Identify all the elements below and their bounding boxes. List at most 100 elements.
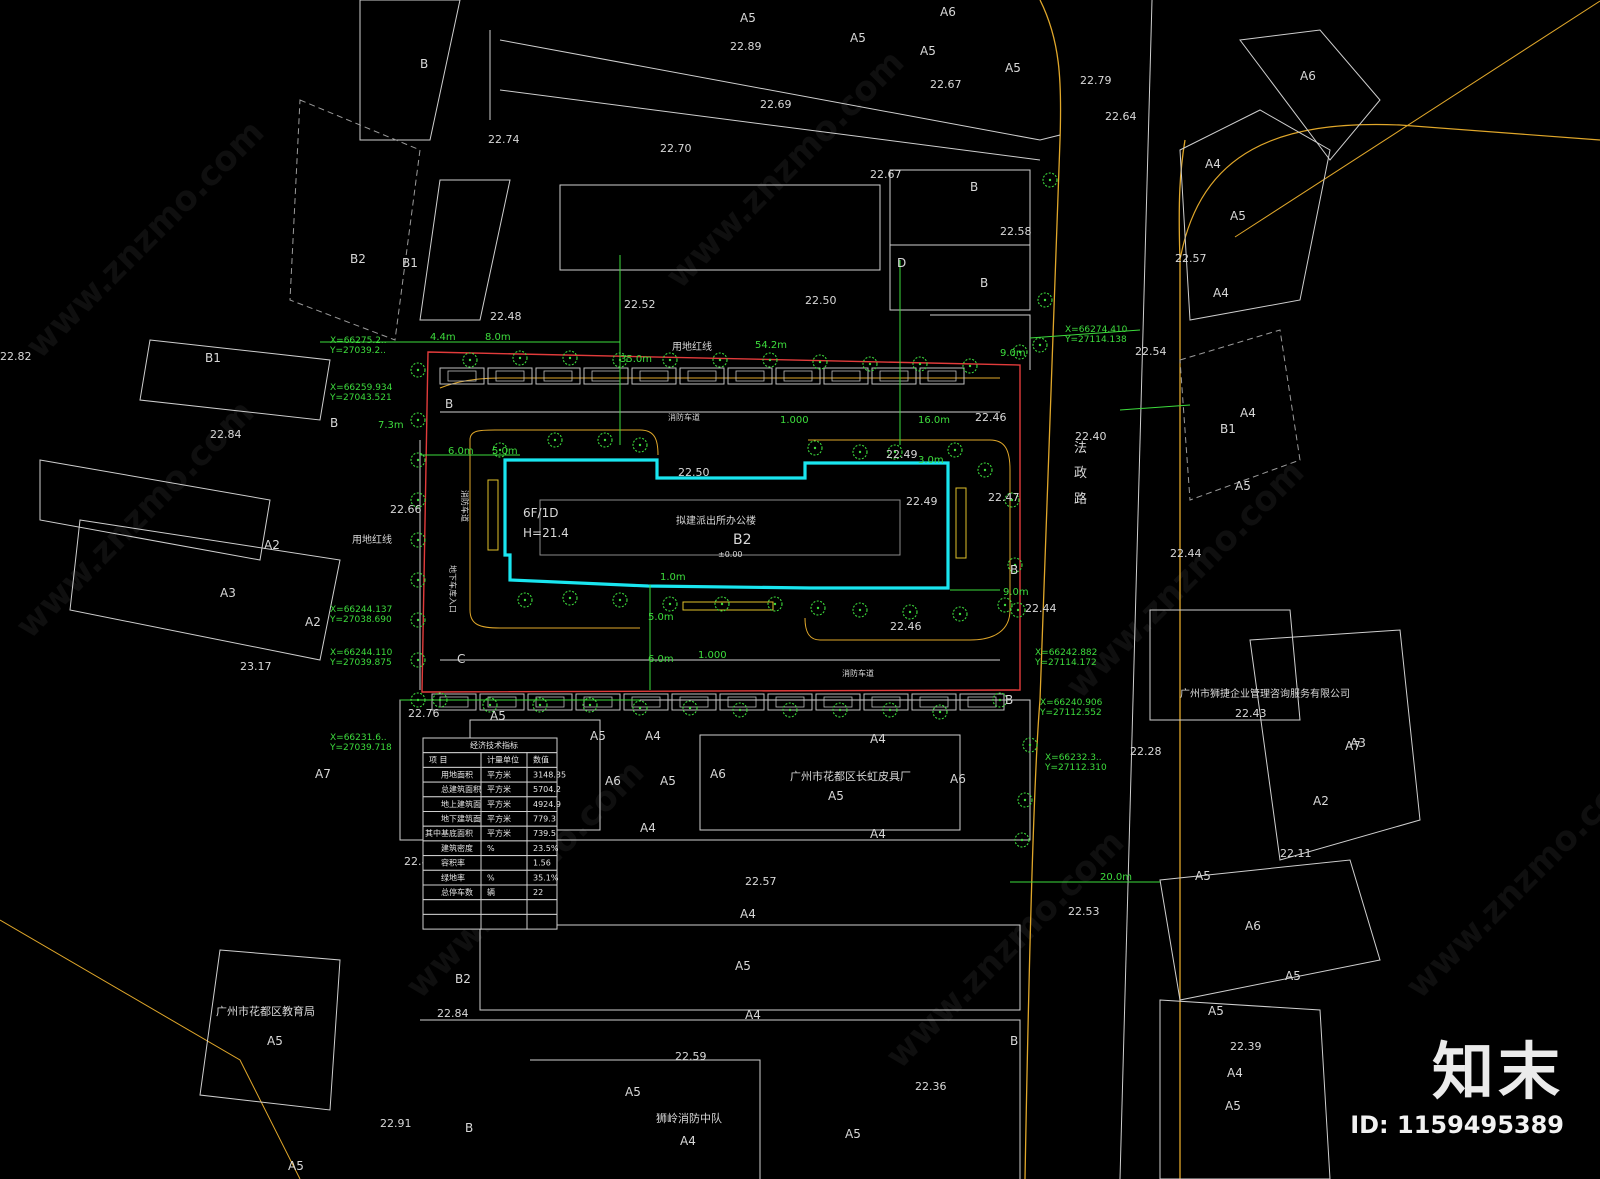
- block-code-label: A5: [288, 1159, 304, 1173]
- tree-center-icon: [668, 358, 672, 362]
- block-code-label: A4: [870, 827, 886, 841]
- elevation-label: 22.67: [870, 168, 902, 181]
- elevation-label: 22.57: [745, 875, 777, 888]
- tree-center-icon: [983, 468, 987, 472]
- table-cell-text: 容积率: [441, 858, 465, 868]
- tree-center-icon: [538, 703, 542, 707]
- elevation-label: 22.46: [890, 620, 922, 633]
- elevation-label: 22.50: [805, 294, 837, 307]
- block-code-label: B1: [1220, 422, 1236, 436]
- elevation-label: 22.39: [1230, 1040, 1262, 1053]
- elevation-label: 22.43: [1235, 707, 1267, 720]
- elevation-label: 22.46: [975, 411, 1007, 424]
- building-level-label: ±0.00: [718, 550, 743, 559]
- table-cell-text: 5704.2: [533, 785, 561, 794]
- elevation-label: 22.84: [437, 1007, 469, 1020]
- tree-center-icon: [813, 446, 817, 450]
- table-empty-cell: [480, 899, 528, 915]
- dimension-label: 20.0m: [1100, 872, 1132, 883]
- table-cell-text: 23.5%: [533, 844, 559, 853]
- table-header: 计量单位: [487, 755, 519, 765]
- elevation-label: 22.79: [1080, 74, 1112, 87]
- coordinate-x-label: X=66231.6..: [330, 733, 387, 743]
- tree-center-icon: [518, 356, 522, 360]
- tree-center-icon: [523, 598, 527, 602]
- tree-center-icon: [638, 706, 642, 710]
- block-code-label: A5: [1005, 61, 1021, 75]
- block-code-label: A5: [828, 789, 844, 803]
- table-cell-text: 总停车数: [441, 887, 473, 897]
- block-code-label: B2: [455, 972, 471, 986]
- table-empty-cell: [422, 899, 482, 915]
- elevation-label: 22.69: [760, 98, 792, 111]
- tree-center-icon: [773, 602, 777, 606]
- table-cell-text: 用地面积: [441, 769, 473, 779]
- tree-center-icon: [588, 703, 592, 707]
- dimension-label: 5.0m: [648, 612, 674, 623]
- brand-logo: 知末 ID: 1159495389: [1350, 1021, 1564, 1139]
- coordinate-x-label: X=66240.906: [1040, 698, 1103, 708]
- block-code-label: A2: [305, 615, 321, 629]
- tree-center-icon: [1020, 838, 1024, 842]
- tree-center-icon: [668, 602, 672, 606]
- redline-label-left: 用地红线: [352, 533, 392, 546]
- elevation-label: 22.82: [0, 350, 32, 363]
- block-code-label: D: [897, 256, 906, 270]
- tree-center-icon: [416, 418, 420, 422]
- table-empty-cell: [526, 899, 558, 915]
- tree-center-icon: [638, 443, 642, 447]
- table-cell-text: %: [487, 873, 495, 882]
- tree-center-icon: [488, 703, 492, 707]
- underground-entry-label: 地下车库入口: [448, 565, 458, 613]
- tree-center-icon: [416, 458, 420, 462]
- block-code-label: A4: [1213, 286, 1229, 300]
- block-code-label: A4: [640, 821, 656, 835]
- tree-center-icon: [416, 368, 420, 372]
- redline-label-top: 用地红线: [672, 340, 712, 353]
- coordinate-y-label: Y=27039.2..: [329, 346, 386, 356]
- table-cell-text: 779.3: [533, 815, 556, 824]
- block-code-label: B: [420, 57, 428, 71]
- elevation-label: 22.11: [1280, 847, 1312, 860]
- block-code-label: B: [330, 416, 338, 430]
- elevation-label: 22.64: [1105, 110, 1137, 123]
- tree-center-icon: [416, 538, 420, 542]
- block-code-label: A4: [1205, 157, 1221, 171]
- tree-center-icon: [688, 706, 692, 710]
- block-code-label: A4: [1227, 1066, 1243, 1080]
- coordinate-x-label: X=66242.882: [1035, 648, 1097, 658]
- block-code-label: A5: [1225, 1099, 1241, 1113]
- coordinate-y-label: Y=27039.718: [329, 743, 392, 753]
- dimension-label: 4.4m: [430, 332, 456, 343]
- tree-center-icon: [416, 658, 420, 662]
- block-code-label: B: [465, 1121, 473, 1135]
- tree-center-icon: [968, 364, 972, 368]
- fire-lane-label-top: 消防车道: [668, 412, 700, 422]
- dimension-label: 9.0m: [1003, 587, 1029, 598]
- tree-center-icon: [1048, 178, 1052, 182]
- block-code-label: A5: [490, 709, 506, 723]
- coordinate-x-label: X=66232.3..: [1045, 753, 1102, 763]
- coordinate-x-label: X=66244.110: [330, 648, 393, 658]
- table-cell-text: 平方米: [487, 828, 511, 838]
- block-code-label: B: [1010, 1034, 1018, 1048]
- table-empty-cell: [480, 913, 528, 930]
- block-code-label: A5: [1195, 869, 1211, 883]
- coordinate-y-label: Y=27038.690: [329, 615, 392, 625]
- block-code-label: A2: [264, 538, 280, 552]
- coordinate-x-label: X=66244.137: [330, 605, 392, 615]
- block-code-label: A4: [680, 1134, 696, 1148]
- block-code-label: A6: [710, 767, 726, 781]
- block-code-label: A4: [1240, 406, 1256, 420]
- technical-indicators-table: 经济技术指标项 目计量单位 数值用地面积 平方米 3148.35总建筑面积 平方米 570…: [422, 737, 566, 930]
- block-code-label: B1: [205, 351, 221, 365]
- table-cell-text: 平方米: [487, 784, 511, 794]
- block-code-label: A5: [850, 31, 866, 45]
- table-cell-text: 22: [533, 888, 543, 897]
- table-header: 项 目: [429, 756, 448, 765]
- block-code-label: A7: [315, 767, 331, 781]
- block-code-label: C: [457, 652, 465, 666]
- elevation-label: 22.53: [1068, 905, 1100, 918]
- table-cell-text: 739.5: [533, 829, 556, 838]
- tree-center-icon: [816, 606, 820, 610]
